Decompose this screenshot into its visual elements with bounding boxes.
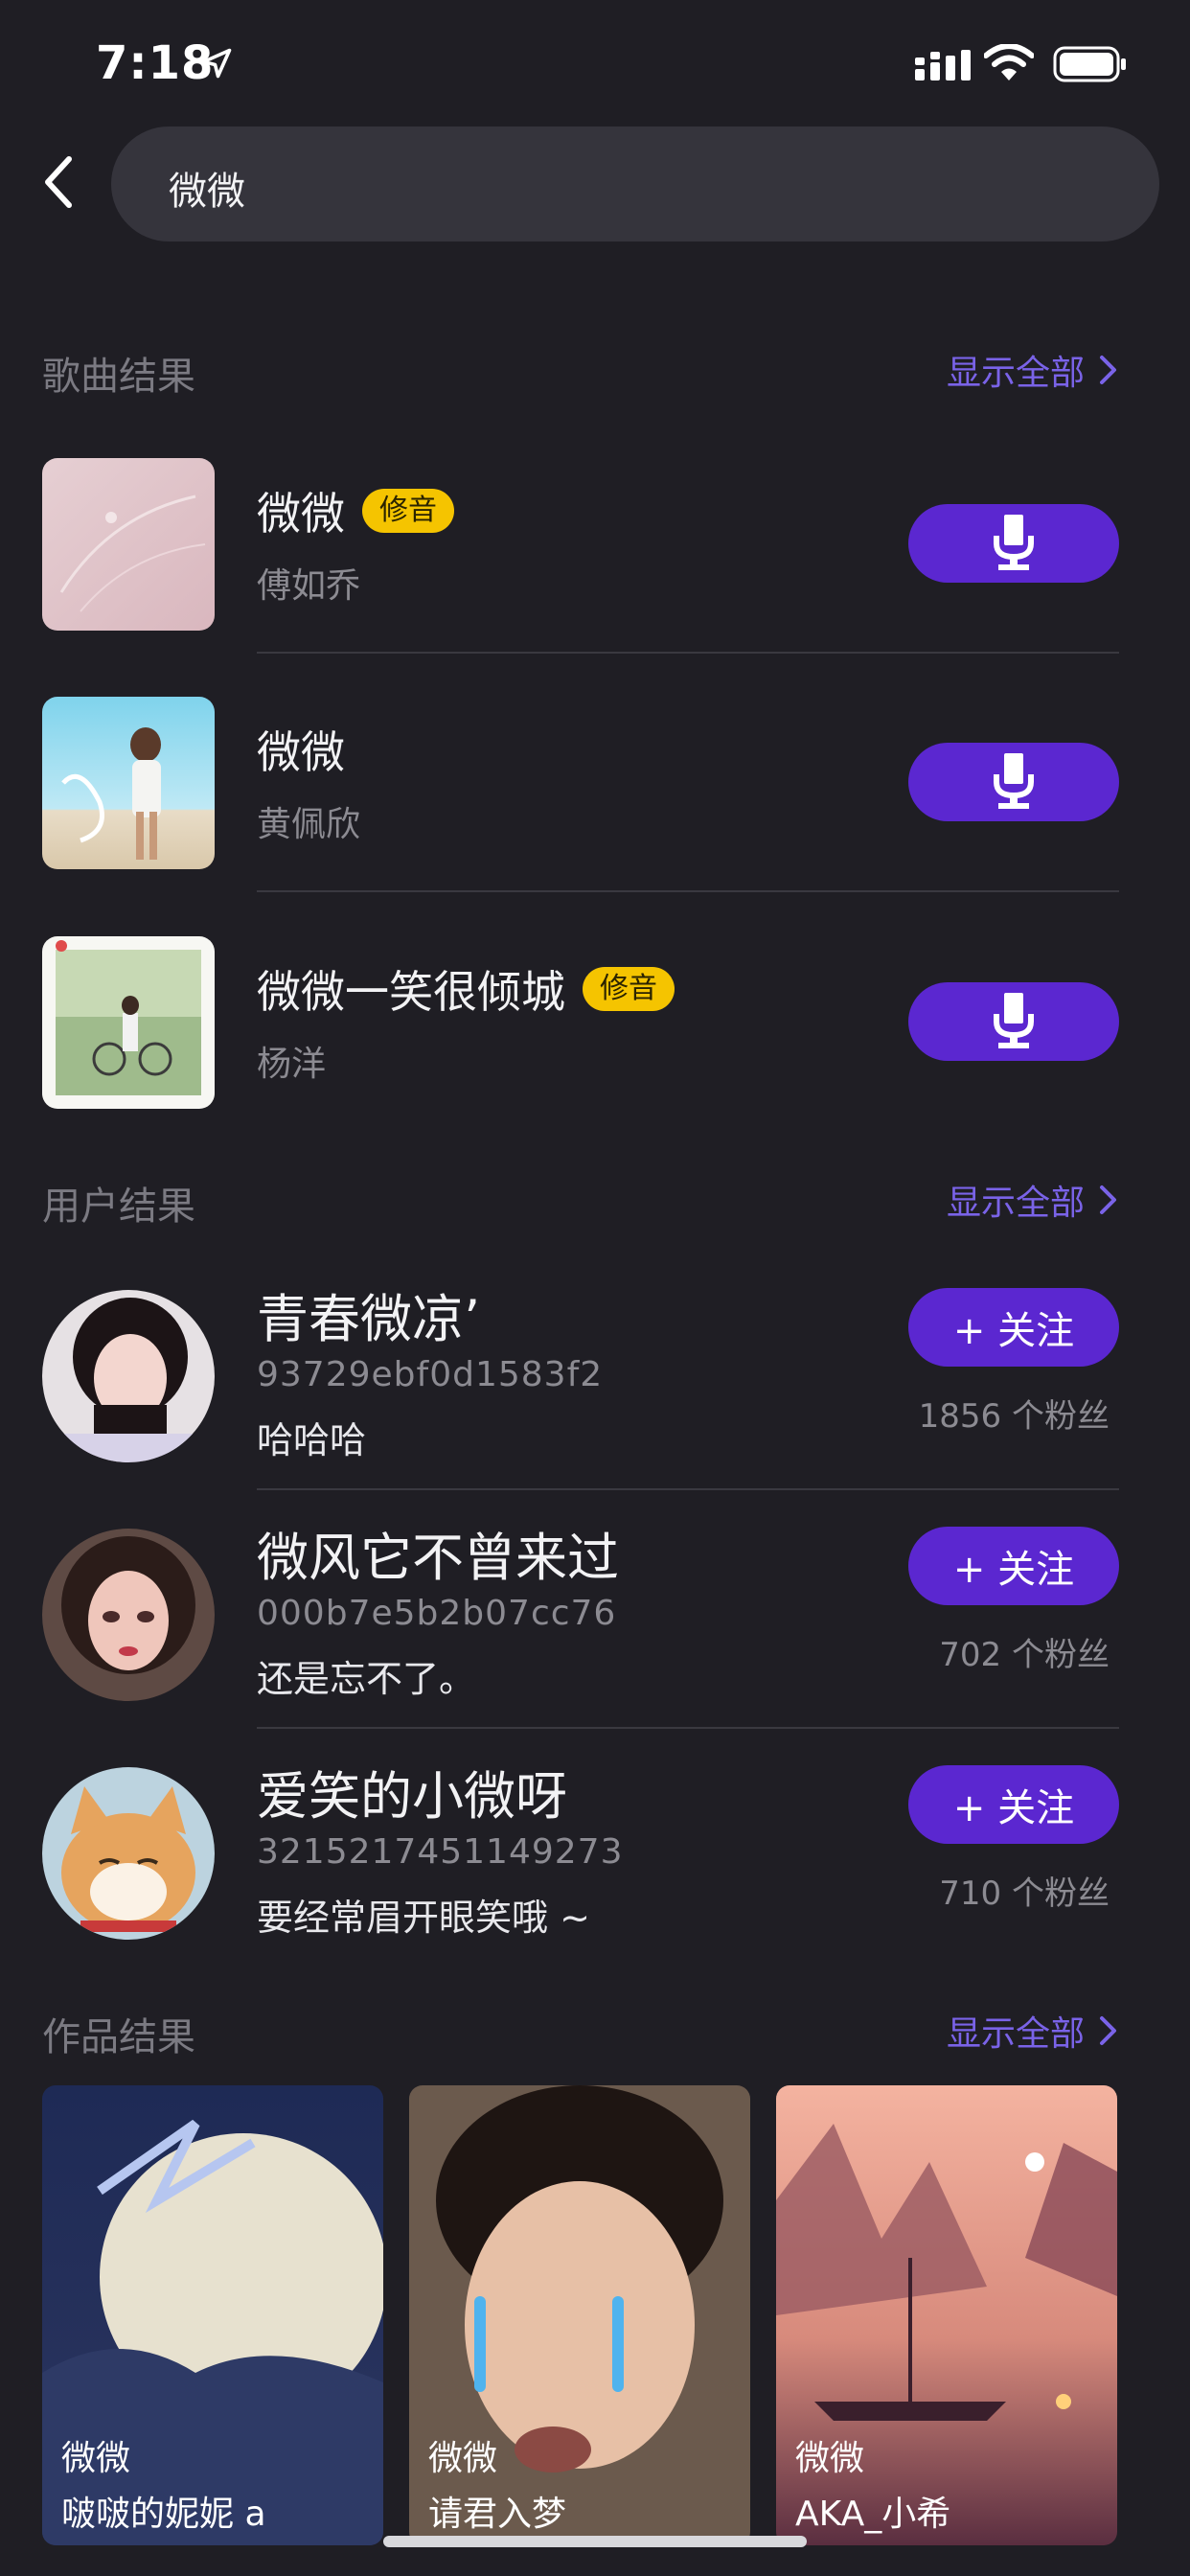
tuning-tag: 修音 xyxy=(583,967,675,1011)
works-section-header: 作品结果 显示全部 xyxy=(42,2000,1119,2059)
song-title-line: 微微 xyxy=(257,718,345,781)
user-bio: 哈哈哈 xyxy=(257,1419,367,1461)
status-bar: 7:18 xyxy=(0,0,1190,125)
work-title: 微微 xyxy=(795,2439,865,2478)
microphone-icon xyxy=(994,515,1034,570)
user-bio: 还是忘不了。 xyxy=(257,1658,476,1700)
song-title-line: 微微 修音 xyxy=(257,479,454,542)
user-name: 青春微凉’ xyxy=(257,1289,481,1349)
song-title: 微微一笑很倾城 xyxy=(257,966,565,1018)
song-artist: 黄佩欣 xyxy=(257,805,361,844)
chevron-left-icon xyxy=(45,156,72,208)
tuning-tag: 修音 xyxy=(362,489,454,533)
song-artist: 杨洋 xyxy=(257,1045,327,1084)
chevron-right-icon xyxy=(1100,356,1116,384)
divider xyxy=(257,1727,1119,1729)
user-row[interactable]: 微风它不曾来过 000b7e5b2b07cc76 还是忘不了。 + 关注 702… xyxy=(42,1515,1119,1707)
work-title: 微微 xyxy=(428,2439,498,2478)
work-card[interactable]: 微微 请君入梦 xyxy=(409,2085,750,2545)
back-button[interactable] xyxy=(34,153,82,211)
song-cover-image xyxy=(42,697,215,869)
songs-section-title: 歌曲结果 xyxy=(42,355,195,399)
users-section-header: 用户结果 显示全部 xyxy=(42,1169,1119,1229)
user-avatar xyxy=(42,1290,215,1462)
sing-button[interactable] xyxy=(908,743,1119,821)
divider xyxy=(257,652,1119,654)
songs-section-header: 歌曲结果 显示全部 xyxy=(42,339,1119,399)
song-title: 微微 xyxy=(257,726,345,778)
divider xyxy=(257,1488,1119,1490)
fans-count: 710 个粉丝 xyxy=(939,1874,1110,1913)
works-show-all-link[interactable]: 显示全部 xyxy=(947,2006,1119,2056)
work-author: 啵啵的妮妮 a xyxy=(61,2495,266,2534)
chevron-right-icon xyxy=(1100,1185,1116,1214)
follow-button[interactable]: + 关注 xyxy=(908,1527,1119,1605)
work-card[interactable]: 微微 AKA_小希 xyxy=(776,2085,1117,2545)
user-avatar xyxy=(42,1529,215,1701)
songs-show-all-link[interactable]: 显示全部 xyxy=(947,345,1119,395)
user-name: 微风它不曾来过 xyxy=(257,1528,619,1588)
song-row[interactable]: 微微 黄佩欣 xyxy=(42,697,1119,869)
show-all-label: 显示全部 xyxy=(946,354,1085,393)
song-row[interactable]: 微微一笑很倾城 修音 杨洋 xyxy=(42,936,1119,1109)
follow-button[interactable]: + 关注 xyxy=(908,1288,1119,1367)
search-input[interactable]: 微微 xyxy=(111,126,1159,242)
chevron-right-icon xyxy=(1100,2016,1116,2045)
search-query-text: 微微 xyxy=(169,170,245,214)
fans-count: 1856 个粉丝 xyxy=(918,1397,1110,1436)
work-card[interactable]: 微微 啵啵的妮妮 a xyxy=(42,2085,383,2545)
work-title: 微微 xyxy=(61,2439,131,2478)
user-id: 3215217451149273 xyxy=(257,1832,624,1872)
works-section-title: 作品结果 xyxy=(42,2015,195,2059)
follow-button[interactable]: + 关注 xyxy=(908,1765,1119,1844)
song-artist: 傅如乔 xyxy=(257,566,361,606)
users-show-all-link[interactable]: 显示全部 xyxy=(947,1175,1119,1225)
status-time: 7:18 xyxy=(96,36,215,90)
home-indicator[interactable] xyxy=(383,2536,807,2547)
song-row[interactable]: 微微 修音 傅如乔 xyxy=(42,458,1119,631)
work-author: AKA_小希 xyxy=(795,2495,951,2534)
sing-button[interactable] xyxy=(908,982,1119,1061)
location-arrow-icon xyxy=(201,48,232,79)
user-row[interactable]: 爱笑的小微呀 3215217451149273 要经常眉开眼笑哦 ~ + 关注 … xyxy=(42,1754,1119,1945)
song-title: 微微 xyxy=(257,488,345,540)
show-all-label: 显示全部 xyxy=(946,1184,1085,1223)
user-id: 93729ebf0d1583f2 xyxy=(257,1355,604,1394)
work-author: 请君入梦 xyxy=(428,2495,567,2534)
user-avatar xyxy=(42,1767,215,1940)
cellular-signal-icon xyxy=(915,50,971,80)
sing-button[interactable] xyxy=(908,504,1119,583)
microphone-icon xyxy=(994,753,1034,809)
show-all-label: 显示全部 xyxy=(946,2014,1085,2054)
user-name: 爱笑的小微呀 xyxy=(257,1766,567,1827)
fans-count: 702 个粉丝 xyxy=(939,1636,1110,1674)
song-cover-image xyxy=(42,458,215,631)
divider xyxy=(257,890,1119,892)
song-cover-image xyxy=(42,936,215,1109)
battery-icon xyxy=(1053,46,1126,82)
microphone-icon xyxy=(994,993,1034,1048)
user-bio: 要经常眉开眼笑哦 ~ xyxy=(257,1897,590,1939)
user-row[interactable]: 青春微凉’ 93729ebf0d1583f2 哈哈哈 + 关注 1856 个粉丝 xyxy=(42,1276,1119,1468)
song-title-line: 微微一笑很倾城 修音 xyxy=(257,957,675,1021)
users-section-title: 用户结果 xyxy=(42,1184,195,1229)
wifi-icon xyxy=(984,44,1034,80)
user-id: 000b7e5b2b07cc76 xyxy=(257,1594,617,1633)
search-results-page: 7:18 微微 歌曲结果 显示全部 微微 修音 傅如乔 微微 黄佩欣 微微一笑很… xyxy=(0,0,1190,2576)
